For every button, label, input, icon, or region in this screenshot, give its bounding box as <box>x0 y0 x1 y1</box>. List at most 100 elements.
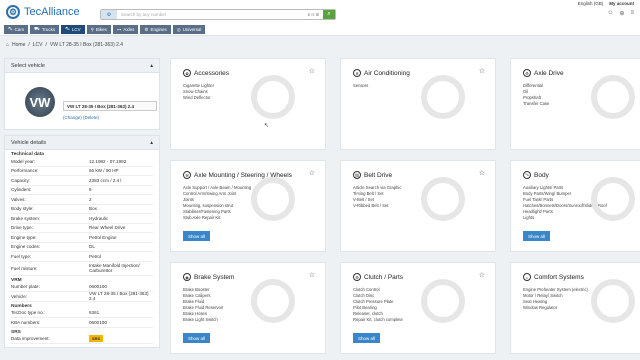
category-title-label: Air Conditioning <box>364 69 410 77</box>
favorite-star-icon[interactable]: ☆ <box>309 169 315 177</box>
category-item-link[interactable]: Window Regulator <box>523 305 588 311</box>
category-item-link[interactable]: Sensors <box>353 83 368 89</box>
show-all-button[interactable]: Show all <box>353 333 381 343</box>
category-card[interactable]: ⚙ Clutch / Parts ☆ Clutch Control Clutch Dis… <box>340 262 496 354</box>
favorite-star-icon[interactable]: ☆ <box>479 67 485 75</box>
details-key: Performance: <box>11 168 39 174</box>
tab-label: LCV <box>71 27 81 32</box>
category-title[interactable]: ❄ Air Conditioning <box>353 69 410 77</box>
category-illustration <box>251 177 295 221</box>
details-key: Valves: <box>11 196 26 202</box>
details-row: Vehicle: VW LT 28-35 I Box (281-363) 2.4 <box>11 291 153 302</box>
tab-label: Bikes <box>95 27 107 32</box>
category-card[interactable]: ⚙Axle Drive☆DifferentialOilPropshaftTran… <box>510 58 640 150</box>
vehicle-name-field[interactable]: VW LT 28-35 I Box (281-363) 2.4 <box>63 101 157 111</box>
tab-trucks[interactable]: ⛟ Trucks <box>30 25 60 34</box>
search-button[interactable]: ⌕ <box>323 10 335 19</box>
show-all-button[interactable]: Show all <box>183 333 211 343</box>
details-value: SRS <box>89 335 153 343</box>
truck-icon: ⛟ <box>34 26 40 31</box>
search-filter-icons[interactable]: $ ☷ ⊞ <box>308 12 323 17</box>
details-key: Cylinders: <box>11 187 32 193</box>
tab-axles[interactable]: ⊶ Axles <box>112 25 139 34</box>
show-all-button[interactable]: Show all <box>183 231 211 241</box>
breadcrumb-home[interactable]: Home <box>12 42 25 48</box>
category-title-label: Clutch / Parts <box>364 273 404 281</box>
favorite-star-icon[interactable]: ☆ <box>309 67 315 75</box>
category-item-link[interactable]: Transfer Case <box>523 101 549 107</box>
category-title[interactable]: ⚙ Clutch / Parts <box>353 273 403 281</box>
details-key: Fuel type: <box>11 253 32 259</box>
category-title[interactable]: ⚙ Axle Drive <box>523 69 564 77</box>
category-item-link[interactable]: Lights <box>523 215 607 221</box>
breadcrumb-lcv[interactable]: LCV <box>33 42 43 48</box>
category-illustration <box>251 75 295 119</box>
details-value: Petrol Engine <box>89 234 117 240</box>
collapse-icon[interactable]: ▴ <box>150 140 153 146</box>
tab-bikes[interactable]: ⚲ Bikes <box>86 25 111 34</box>
category-items: Differential Oil Propshaft Transfer Case <box>523 83 549 107</box>
category-card[interactable]: ☼Comfort Systems☆Engine Preheater System… <box>510 262 640 354</box>
accessories-icon: ✿ <box>183 69 191 77</box>
category-title[interactable]: ✿ Accessories <box>183 69 229 77</box>
tab-engines[interactable]: ⚙ Engines <box>140 25 171 34</box>
language-selector[interactable]: English (GB) <box>578 1 604 6</box>
tab-lcv[interactable]: ⛍ LCV <box>61 25 85 34</box>
favorite-star-icon[interactable]: ☆ <box>479 169 485 177</box>
category-card[interactable]: ◉ Brake System ☆ Brake Booster Brake Caliper… <box>170 262 326 354</box>
category-card[interactable]: ⛓ Belt Drive ☆ Article Search via Graphic Ti… <box>340 160 496 252</box>
tab-cars[interactable]: ⛍ Cars <box>4 25 29 34</box>
details-key: Data improvement: <box>11 336 50 342</box>
belt-drive-icon: ⛓ <box>353 171 361 179</box>
user-icon[interactable]: ☺ <box>607 10 613 17</box>
top-bar: ⚙ TecAlliance ⚙ Search by any number $ ☷… <box>0 0 640 36</box>
category-item-link[interactable]: Wind Deflector <box>183 95 214 101</box>
cart-icon[interactable]: ⊕ <box>619 10 624 17</box>
tab-universal[interactable]: ◎ Universal <box>172 25 206 34</box>
category-title-label: Accessories <box>194 69 230 77</box>
details-value: 2 <box>89 196 92 202</box>
tecalliance-logo-icon: ⚙ <box>6 5 20 19</box>
select-vehicle-panel: Select vehicle ▴ VW VW LT 28-35 I Box (2… <box>4 58 160 130</box>
comfort-systems-icon: ☼ <box>523 273 531 281</box>
left-column: Select vehicle ▴ VW VW LT 28-35 I Box (2… <box>4 58 160 353</box>
category-title[interactable]: ◉ Brake System <box>183 273 234 281</box>
details-key: Vehicle: <box>11 293 28 299</box>
srs-badge[interactable]: SRS <box>89 335 104 343</box>
axle-mounting-icon: ⚒ <box>183 171 191 179</box>
category-item-link[interactable]: V-Ribbed Belt / Set <box>353 203 401 209</box>
category-card[interactable]: ✿ Accessories ☆ Cigarette Lighter Snow Chain… <box>170 58 326 150</box>
details-key: Brake system: <box>11 215 41 221</box>
category-item-link[interactable]: Repair Kit, clutch complete <box>353 317 403 323</box>
vehicle-details-header[interactable]: Vehicle details ▴ <box>5 136 159 150</box>
change-vehicle-link[interactable]: (Change) <box>63 115 82 120</box>
details-row: Cylinders: 6 <box>11 186 153 195</box>
select-vehicle-header[interactable]: Select vehicle ▴ <box>5 59 159 73</box>
search-input[interactable]: Search by any number <box>117 12 308 17</box>
category-card[interactable]: ⚒ Axle Mounting / Steering / Wheels ☆ Axle … <box>170 160 326 252</box>
vehicle-details-panel: Vehicle details ▴ Technical data Model ye… <box>4 135 160 348</box>
collapse-icon[interactable]: ▴ <box>150 63 153 69</box>
category-title[interactable]: ⛍ Body <box>523 171 549 179</box>
vehicle-details-table: Technical data Model year: 12.1982 - 07.19… <box>5 150 159 347</box>
category-card[interactable]: ⛍Body☆Auxiliary Lights/ PartsBody Parts/… <box>510 160 640 252</box>
my-account-link[interactable]: My account <box>609 1 634 6</box>
tab-label: Engines <box>150 27 167 32</box>
details-section-title: Numbers <box>11 303 32 309</box>
mouse-cursor-icon: ↖ <box>264 123 270 129</box>
category-title[interactable]: ☼ Comfort Systems <box>523 273 584 281</box>
category-card[interactable]: ❄ Air Conditioning ☆ Sensors <box>340 58 496 150</box>
menu-icon[interactable]: ≡ <box>630 10 634 17</box>
show-all-button[interactable]: Show all <box>523 231 551 241</box>
category-item-link[interactable]: Stub Axle Repair Kit <box>183 215 251 221</box>
category-item-link[interactable]: Brake Light Switch <box>183 317 223 323</box>
category-illustration <box>591 177 635 221</box>
category-title[interactable]: ⛓ Belt Drive <box>353 171 392 179</box>
category-items: Sensors <box>353 83 368 89</box>
tab-label: Axles <box>123 27 135 32</box>
search-type-select[interactable]: ⚙ <box>101 10 117 19</box>
favorite-star-icon[interactable]: ☆ <box>479 271 485 279</box>
favorite-star-icon[interactable]: ☆ <box>309 271 315 279</box>
brand-logo[interactable]: ⚙ TecAlliance <box>6 5 80 19</box>
delete-vehicle-link[interactable]: (Delete) <box>83 115 99 120</box>
